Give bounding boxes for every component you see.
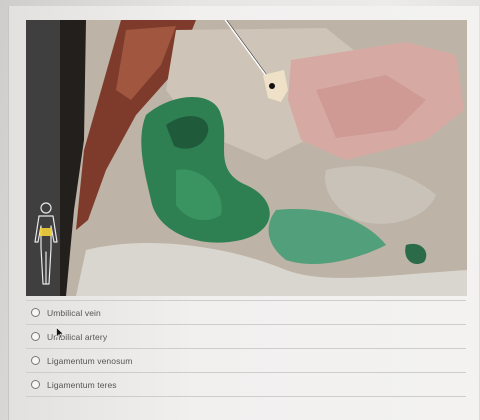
option-label: Ligamentum venosum	[47, 355, 133, 366]
answer-options: Umbilical vein Umbilical artery Ligament…	[26, 300, 466, 397]
option-label: Umbilical vein	[47, 307, 101, 318]
body-region-indicator-icon	[28, 200, 64, 286]
option-ligamentum-teres[interactable]: Ligamentum teres	[26, 372, 466, 397]
radio-button-icon[interactable]	[31, 356, 40, 365]
radio-button-icon[interactable]	[31, 308, 40, 317]
radio-button-icon[interactable]	[31, 332, 40, 341]
dissection-photo	[26, 20, 467, 296]
option-umbilical-vein[interactable]: Umbilical vein	[26, 300, 466, 324]
option-ligamentum-venosum[interactable]: Ligamentum venosum	[26, 348, 466, 372]
option-label: Ligamentum teres	[47, 379, 117, 390]
option-umbilical-artery[interactable]: Umbilical artery	[26, 324, 466, 348]
screen-background: Umbilical vein Umbilical artery Ligament…	[0, 0, 480, 420]
mouse-cursor-icon	[56, 327, 64, 339]
radio-button-icon[interactable]	[31, 380, 40, 389]
